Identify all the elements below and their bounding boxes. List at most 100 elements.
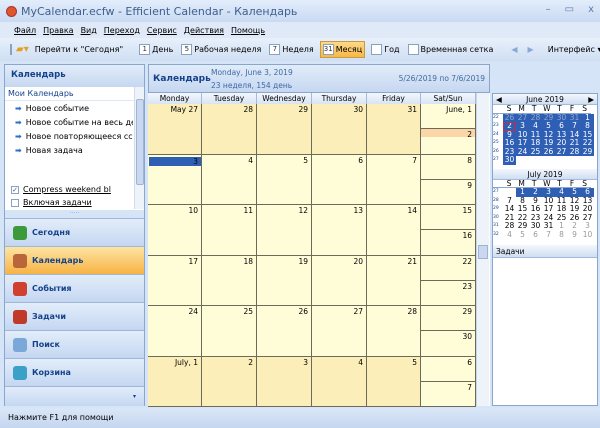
mini-day[interactable] xyxy=(581,156,594,165)
day-cell[interactable]: 12 xyxy=(257,205,312,256)
day-cell[interactable]: 11 xyxy=(202,205,257,256)
menu-item[interactable]: Файл xyxy=(14,26,36,35)
mini-day[interactable]: 27 xyxy=(555,147,568,156)
day-cell[interactable]: 31 xyxy=(367,104,421,155)
saturday-cell[interactable]: 22 xyxy=(421,255,476,281)
saturday-cell[interactable]: 15 xyxy=(421,205,476,231)
day-cell[interactable]: 25 xyxy=(202,306,257,357)
mini-day[interactable]: 5 xyxy=(516,230,529,240)
week-number[interactable]: 29 xyxy=(493,205,503,214)
day-cell[interactable]: 2 xyxy=(202,356,257,407)
mini-day[interactable]: 28 xyxy=(568,147,581,156)
nav-button[interactable]: События xyxy=(5,274,144,302)
saturday-cell[interactable]: 6 xyxy=(421,356,476,382)
next-month-arrow-icon[interactable]: ▶ xyxy=(588,94,594,105)
day-cell[interactable]: 26 xyxy=(257,306,312,357)
mini-day[interactable]: 24 xyxy=(516,147,529,156)
mini-day[interactable]: 26 xyxy=(542,147,555,156)
splitter[interactable]: ····· xyxy=(5,210,144,218)
option-checkbox[interactable]: ✓ Compress weekend bl xyxy=(5,183,144,196)
menu-item[interactable]: Вид xyxy=(81,26,97,35)
mini-day[interactable]: 29 xyxy=(581,147,594,156)
nav-button[interactable]: Поиск xyxy=(5,330,144,358)
menu-item[interactable]: Действия xyxy=(184,26,224,35)
week-number[interactable]: 22 xyxy=(493,114,503,123)
menu-item[interactable]: Правка xyxy=(43,26,73,35)
next-arrow-icon[interactable]: ▶ xyxy=(528,45,534,54)
nav-button[interactable]: Сегодня xyxy=(5,218,144,246)
week-number[interactable]: 27 xyxy=(493,188,503,197)
checkbox[interactable] xyxy=(11,198,19,207)
week-number[interactable]: 31 xyxy=(493,222,503,231)
day-cell[interactable]: 19 xyxy=(257,255,312,306)
sunday-cell[interactable]: 16 xyxy=(421,230,476,256)
menu-item[interactable]: Сервис xyxy=(147,26,177,35)
saturday-cell[interactable]: 8 xyxy=(421,154,476,180)
task-link[interactable]: ➡ Новая задача xyxy=(5,143,133,157)
day-cell[interactable]: 3 xyxy=(257,356,312,407)
day-cell[interactable]: 5 xyxy=(367,356,421,407)
prev-arrow-icon[interactable]: ◀ xyxy=(511,45,517,54)
sunday-cell[interactable]: 30 xyxy=(421,331,476,357)
week-number[interactable]: 30 xyxy=(493,214,503,223)
interface-menu[interactable]: Интерфейс ▾ xyxy=(546,41,600,58)
goto-today-button[interactable]: Перейти к "Сегодня" xyxy=(33,41,125,58)
day-cell[interactable]: 21 xyxy=(367,255,421,306)
mini-day[interactable]: 7 xyxy=(542,230,555,240)
day-cell[interactable]: 10 xyxy=(148,205,202,256)
sunday-cell[interactable]: 2 xyxy=(421,129,476,155)
day-cell[interactable]: 27 xyxy=(312,306,367,357)
view-button[interactable]: 5 Рабочая неделя xyxy=(179,41,263,58)
mini-day[interactable]: 6 xyxy=(529,230,542,240)
view-button[interactable]: 31 Месяц xyxy=(319,41,366,58)
week-number[interactable]: 24 xyxy=(493,131,503,140)
task-link[interactable]: ➡ Новое событие на весь де xyxy=(5,115,133,129)
mini-day[interactable] xyxy=(568,156,581,165)
nav-overflow[interactable]: ▾ xyxy=(5,386,144,406)
mini-day[interactable]: 30 xyxy=(503,155,516,165)
day-cell[interactable]: May 27 xyxy=(148,104,202,155)
view-button[interactable]: 7 Неделя xyxy=(267,41,315,58)
week-number[interactable]: 26 xyxy=(493,148,503,157)
new-file-icon[interactable] xyxy=(10,44,12,55)
day-cell[interactable]: 30 xyxy=(312,104,367,155)
week-number[interactable]: 25 xyxy=(493,139,503,148)
day-cell[interactable]: 28 xyxy=(202,104,257,155)
calendar-scrollbar[interactable] xyxy=(476,93,489,406)
day-cell[interactable]: 17 xyxy=(148,255,202,306)
view-button[interactable]: 1 День xyxy=(137,41,175,58)
day-cell[interactable]: 4 xyxy=(312,356,367,407)
mini-day[interactable] xyxy=(542,156,555,165)
mini-day[interactable]: 9 xyxy=(568,230,581,240)
day-cell[interactable]: 6 xyxy=(312,154,367,205)
mini-day[interactable] xyxy=(529,156,542,165)
day-cell[interactable]: 24 xyxy=(148,306,202,357)
mini-day[interactable]: 8 xyxy=(555,230,568,240)
option-checkbox[interactable]: Включая задачи xyxy=(5,196,144,209)
sunday-cell[interactable]: 9 xyxy=(421,179,476,205)
mini-day[interactable] xyxy=(555,156,568,165)
week-number[interactable]: 32 xyxy=(493,231,503,240)
sunday-cell[interactable]: 23 xyxy=(421,280,476,306)
day-cell[interactable]: 5 xyxy=(257,154,312,205)
prev-month-arrow-icon[interactable]: ◀ xyxy=(496,94,502,105)
checkbox[interactable]: ✓ xyxy=(11,185,19,194)
minimize-button[interactable]: – xyxy=(546,4,551,15)
mini-day[interactable] xyxy=(516,156,529,165)
nav-button[interactable]: Календарь xyxy=(5,246,144,274)
sunday-cell[interactable]: 7 xyxy=(421,381,476,407)
day-cell[interactable]: 18 xyxy=(202,255,257,306)
saturday-cell[interactable]: June, 1 xyxy=(421,104,476,130)
mini-day[interactable]: 10 xyxy=(581,230,594,240)
close-button[interactable]: x xyxy=(588,4,594,15)
week-number[interactable]: 23 xyxy=(493,122,503,131)
menu-item[interactable]: Помощь xyxy=(231,26,265,35)
maximize-button[interactable]: ▭ xyxy=(565,4,574,15)
mini-day[interactable]: 4 xyxy=(503,230,516,240)
day-cell[interactable]: July, 1 xyxy=(148,356,202,407)
day-cell[interactable]: 20 xyxy=(312,255,367,306)
day-cell[interactable]: 29 xyxy=(257,104,312,155)
nav-button[interactable]: Задачи xyxy=(5,302,144,330)
week-number[interactable]: 27 xyxy=(493,156,503,165)
open-folder-icon[interactable]: ▰▾ xyxy=(16,44,29,55)
